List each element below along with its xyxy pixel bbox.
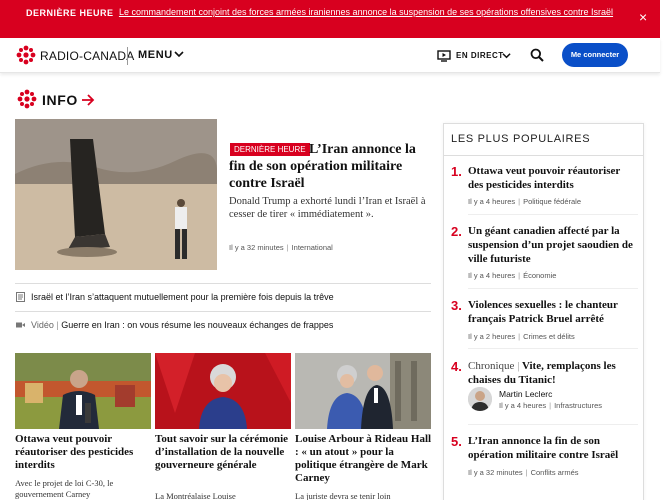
lead-story-meta: Il y a 32 minutes | International: [229, 243, 333, 252]
card-summary: La Montréalaise Louise: [155, 491, 236, 500]
divider: [444, 155, 643, 156]
breaking-tag: DERNIÈRE HEURE: [26, 8, 114, 18]
related-link[interactable]: Vidéo | Guerre en Iran : on vous résume …: [15, 311, 431, 339]
card-image[interactable]: [15, 353, 151, 429]
timestamp: Il y a 4 heures: [468, 197, 516, 206]
category-link[interactable]: International: [292, 243, 333, 252]
author-name[interactable]: Martin Leclerc: [499, 389, 552, 399]
related-link[interactable]: Israël et l’Iran s’attaquent mutuellemen…: [15, 283, 431, 311]
article-icon: [16, 292, 25, 302]
divider: [468, 214, 638, 215]
lead-story-title[interactable]: L’Iran annonce la fin de son opération m…: [229, 141, 429, 192]
close-icon[interactable]: ×: [639, 10, 647, 24]
live-tv-icon[interactable]: [437, 50, 451, 62]
popular-title[interactable]: Un géant canadien affecté par la suspens…: [468, 224, 638, 266]
popular-meta: Il y a 4 heures | Infrastructures: [499, 401, 602, 410]
section-title[interactable]: INFO: [42, 92, 78, 108]
card-title[interactable]: Ottawa veut pouvoir réautoriser des pest…: [15, 433, 155, 472]
avatar: [468, 387, 492, 411]
column-label: Chronique: [468, 360, 515, 372]
popular-rank: 3.: [451, 298, 462, 313]
card-summary: La juriste devra se tenir loin: [295, 491, 391, 500]
chevron-down-icon[interactable]: [502, 51, 511, 60]
most-popular-heading: LES PLUS POPULAIRES: [451, 133, 591, 145]
breaking-news-banner: DERNIÈRE HEURE Le commandement conjoint …: [0, 0, 660, 38]
timestamp: Il y a 4 heures: [468, 271, 516, 280]
popular-rank: 1.: [451, 164, 462, 179]
popular-title[interactable]: L’Iran annonce la fin de son opération m…: [468, 434, 638, 462]
popular-title[interactable]: Ottawa veut pouvoir réautoriser des pest…: [468, 164, 638, 192]
card-summary: Avec le projet de loi C-30, le gouvernem…: [15, 478, 114, 499]
card-image[interactable]: [295, 353, 431, 429]
live-button[interactable]: EN DIRECT: [456, 51, 504, 60]
related-link-text[interactable]: Israël et l’Iran s’attaquent mutuellemen…: [31, 292, 334, 302]
popular-meta: Il y a 32 minutes | Conflits armés: [468, 468, 579, 477]
category-link[interactable]: Conflits armés: [531, 468, 579, 477]
popular-meta: Il y a 4 heures | Économie: [468, 271, 557, 280]
lead-story-image[interactable]: [15, 119, 217, 270]
menu-button[interactable]: MENU: [138, 49, 173, 61]
category-link[interactable]: Crimes et délits: [523, 332, 575, 341]
breaking-news-link[interactable]: Le commandement conjoint des forces armé…: [111, 7, 621, 18]
timestamp: Il y a 32 minutes: [229, 243, 284, 252]
site-header: RADIO-CANADA MENU EN DIRECT Me connecter: [0, 38, 660, 73]
popular-title[interactable]: Violences sexuelles : le chanteur frança…: [468, 298, 638, 326]
divider: [468, 288, 638, 289]
related-link-text[interactable]: Vidéo | Guerre en Iran : on vous résume …: [31, 320, 333, 330]
chevron-down-icon[interactable]: [174, 49, 184, 59]
category-link[interactable]: Infrastructures: [554, 401, 602, 410]
search-icon[interactable]: [530, 48, 544, 62]
divider: [468, 348, 638, 349]
card-title[interactable]: Tout savoir sur la cérémonie d’installat…: [155, 433, 295, 472]
timestamp: Il y a 4 heures: [499, 401, 547, 410]
radio-canada-logo-icon[interactable]: [16, 45, 36, 65]
divider: [468, 424, 638, 425]
popular-rank: 4.: [451, 359, 462, 374]
card-title[interactable]: Louise Arbour à Rideau Hall : « un atout…: [295, 433, 435, 485]
arrow-right-icon[interactable]: [81, 94, 95, 106]
category-link[interactable]: Politique fédérale: [523, 197, 581, 206]
popular-meta: Il y a 4 heures | Politique fédérale: [468, 197, 582, 206]
login-button[interactable]: Me connecter: [562, 43, 628, 67]
timestamp: Il y a 32 minutes: [468, 468, 523, 477]
popular-title[interactable]: Chronique | Vite, remplaçons les chaises…: [468, 359, 638, 387]
video-label: Vidéo: [31, 320, 54, 330]
video-icon: [16, 322, 25, 328]
popular-rank: 2.: [451, 224, 462, 239]
header-divider: [127, 47, 128, 65]
video-title[interactable]: Guerre en Iran : on vous résume les nouv…: [61, 320, 333, 330]
card-image[interactable]: [155, 353, 291, 429]
category-link[interactable]: Économie: [523, 271, 556, 280]
brand-name[interactable]: RADIO-CANADA: [40, 49, 134, 63]
lead-story-summary: Donald Trump a exhorté lundi l’Iran et I…: [229, 196, 426, 220]
popular-meta: Il y a 2 heures | Crimes et délits: [468, 332, 575, 341]
radio-canada-logo-icon: [17, 89, 37, 109]
most-popular-panel: LES PLUS POPULAIRES 1. Ottawa veut pouvo…: [443, 123, 644, 500]
popular-rank: 5.: [451, 434, 462, 449]
timestamp: Il y a 2 heures: [468, 332, 516, 341]
